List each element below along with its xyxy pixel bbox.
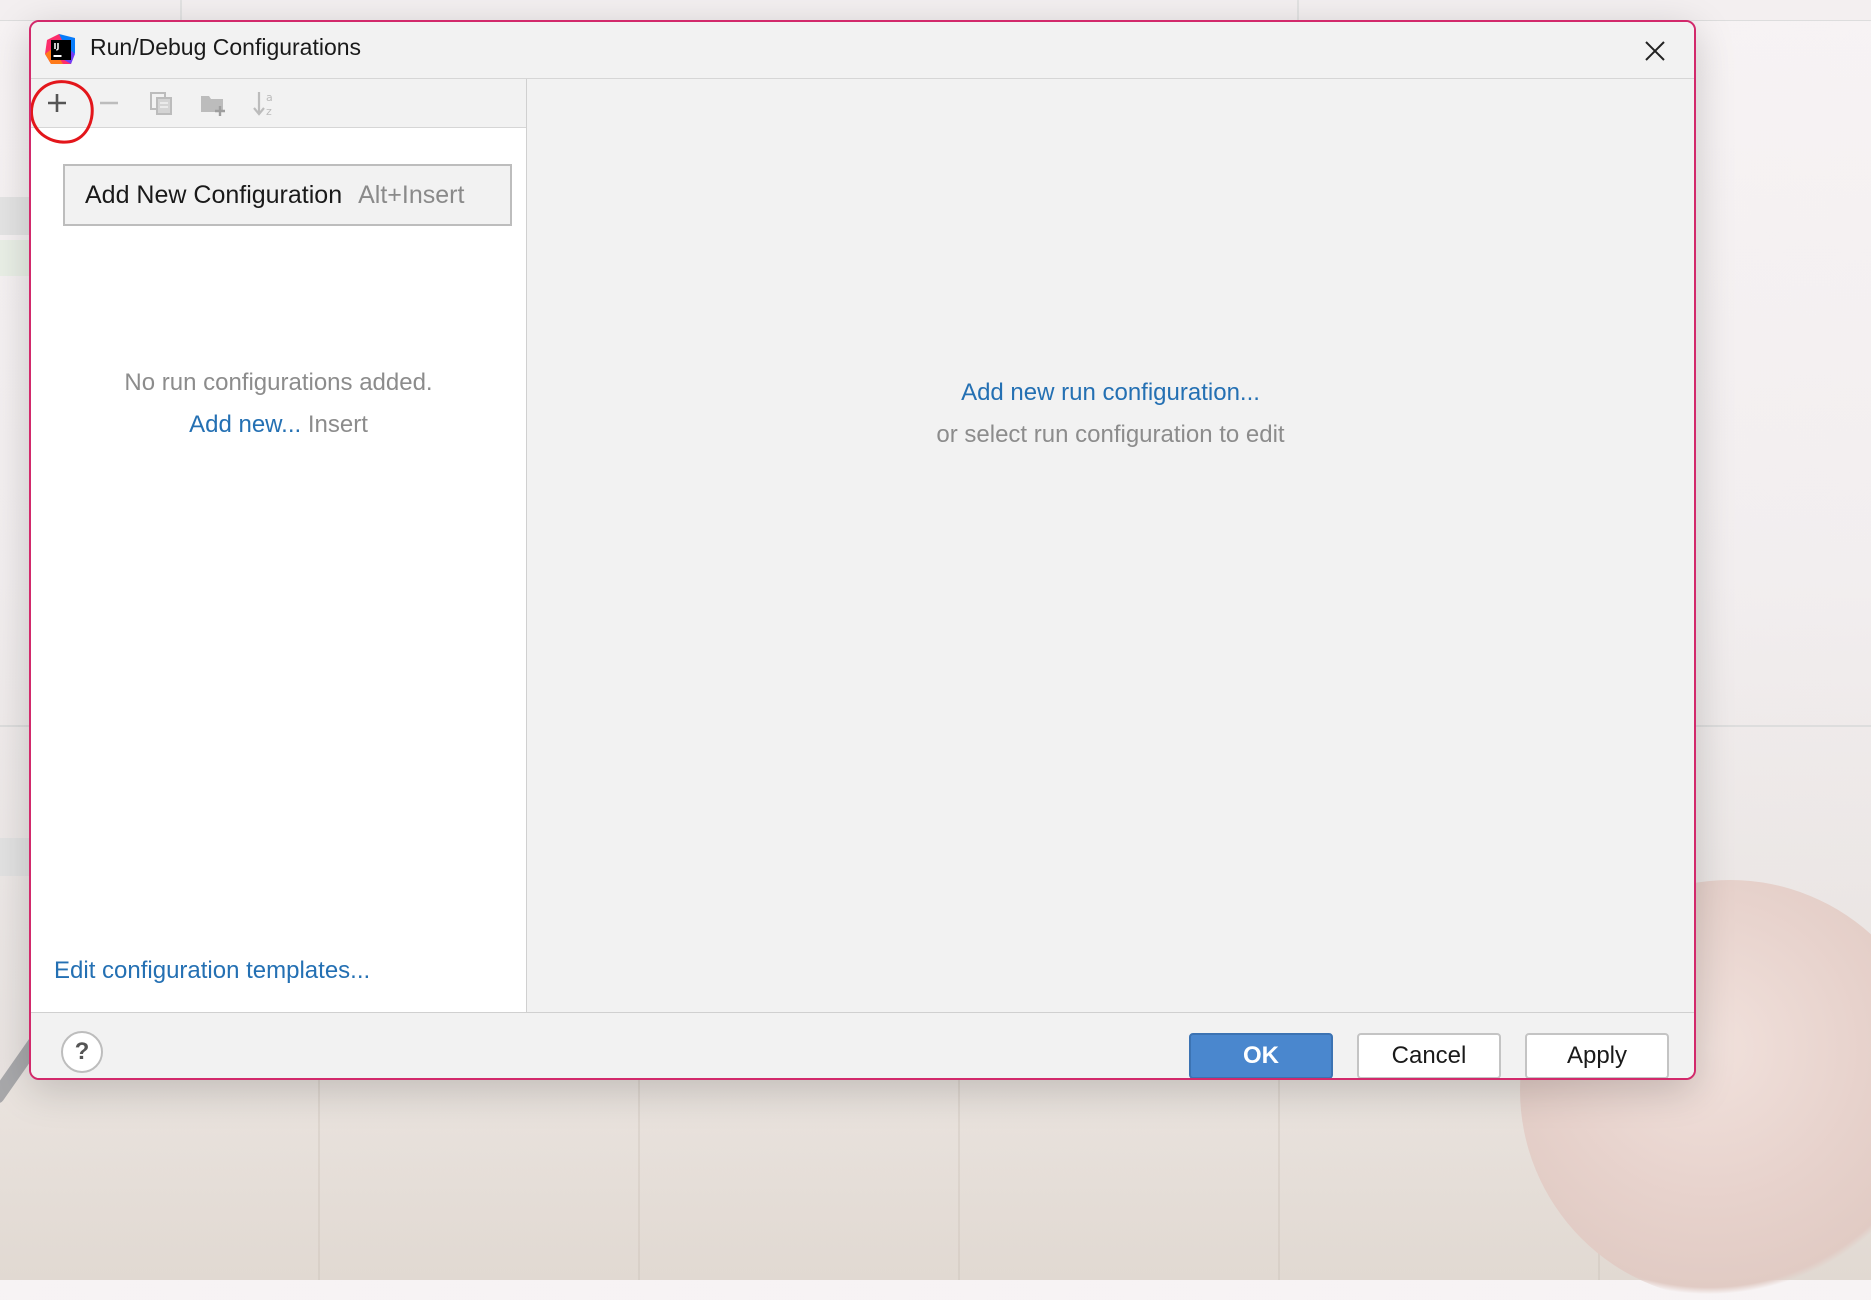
background-divider — [180, 0, 182, 20]
close-button[interactable] — [1636, 32, 1674, 70]
configuration-editor-panel: Add new run configuration... or select r… — [527, 79, 1694, 1012]
close-icon — [1645, 41, 1665, 61]
sort-alpha-icon: a z — [253, 91, 273, 117]
ok-button[interactable]: OK — [1189, 1033, 1333, 1078]
background-panel-edge — [0, 240, 29, 276]
add-new-shortcut-hint: Insert — [307, 411, 368, 438]
popup-shortcut: Alt+Insert — [358, 180, 465, 209]
copy-configuration-button[interactable] — [139, 83, 183, 123]
configurations-toolbar: a z — [31, 75, 526, 149]
svg-text:a: a — [266, 91, 273, 104]
dialog-footer: ? OK Cancel Apply — [31, 1013, 1694, 1078]
title-bar: IJ Run/Debug Configurations — [31, 22, 1694, 78]
add-configuration-button[interactable] — [31, 75, 99, 149]
help-icon: ? — [74, 1038, 90, 1065]
empty-state-message: No run configurations added. — [124, 369, 433, 396]
edit-configuration-templates-link[interactable]: Edit configuration templates... — [54, 957, 370, 985]
add-new-link[interactable]: Add new... — [189, 411, 301, 438]
configurations-tree-panel: a z Add New Configuration Alt+Insert No … — [31, 75, 527, 1012]
apply-button[interactable]: Apply — [1525, 1033, 1669, 1078]
new-folder-button[interactable] — [191, 83, 235, 123]
help-button[interactable]: ? — [61, 1031, 103, 1073]
svg-text:IJ: IJ — [54, 42, 60, 51]
empty-state-add-row: Add new... Insert — [31, 411, 526, 439]
background-panel-edge — [0, 197, 29, 235]
plus-icon — [48, 94, 66, 112]
background-window-strip — [0, 0, 1871, 21]
minus-icon — [100, 101, 118, 105]
background-divider — [1297, 0, 1299, 20]
background-divider — [1696, 725, 1871, 727]
cancel-button[interactable]: Cancel — [1357, 1033, 1501, 1078]
copy-icon — [150, 92, 172, 115]
remove-configuration-button[interactable] — [87, 83, 131, 123]
sort-button[interactable]: a z — [243, 83, 287, 123]
add-new-configuration-popup[interactable]: Add New Configuration Alt+Insert — [63, 164, 512, 226]
select-configuration-hint: or select run configuration to edit — [936, 421, 1285, 448]
folder-add-icon — [201, 96, 225, 116]
intellij-idea-icon: IJ — [45, 34, 77, 66]
add-new-run-configuration-link[interactable]: Add new run configuration... — [961, 379, 1260, 406]
popup-label: Add New Configuration — [85, 180, 343, 209]
dialog-title: Run/Debug Configurations — [90, 34, 362, 60]
run-debug-configurations-dialog: IJ Run/Debug Configurations a z Add New … — [29, 20, 1696, 1080]
background-panel-edge — [0, 838, 29, 876]
right-panel-add-link-row: Add new run configuration... — [527, 379, 1694, 407]
svg-text:z: z — [266, 105, 272, 117]
background-divider — [0, 725, 29, 727]
